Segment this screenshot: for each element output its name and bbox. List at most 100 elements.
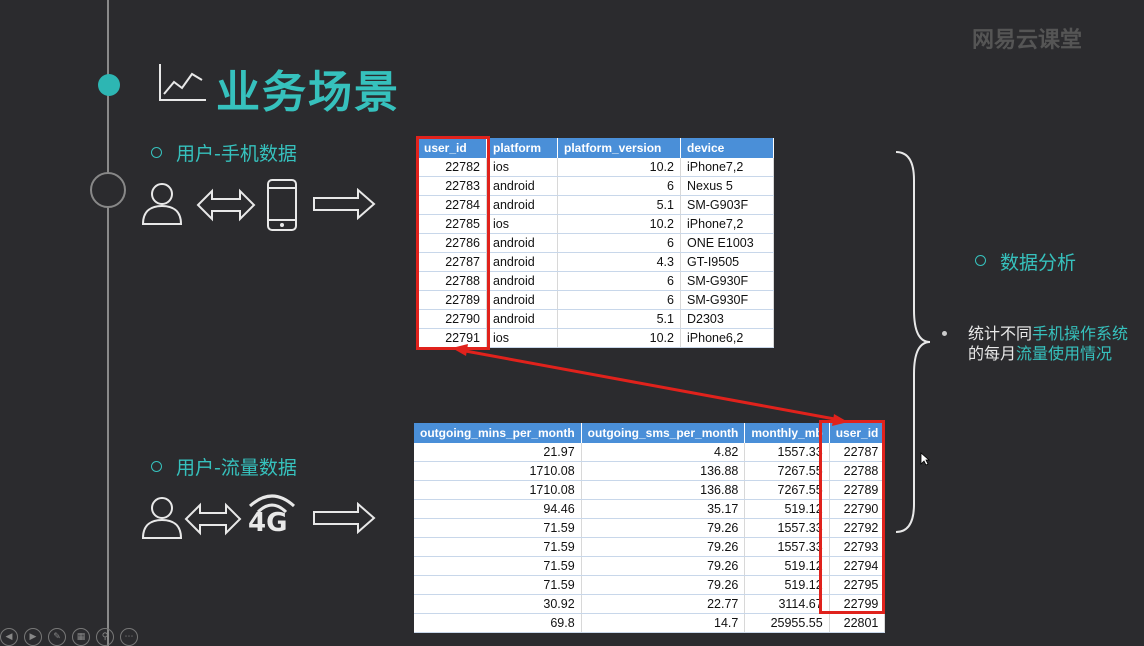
table-cell: 25955.55 xyxy=(744,613,830,633)
user-id-highlight-box xyxy=(416,136,490,350)
mouse-cursor-icon xyxy=(920,452,930,466)
table-cell: 6 xyxy=(557,233,681,253)
table-cell: 1557.33 xyxy=(744,537,830,557)
section-data-analysis: 数据分析 xyxy=(1000,252,1077,274)
user-id-highlight-box xyxy=(819,420,885,614)
table-cell: 1557.33 xyxy=(744,443,830,462)
table-cell: 79.26 xyxy=(581,518,746,538)
table-cell: 35.17 xyxy=(581,499,746,519)
table-cell: 136.88 xyxy=(581,480,746,500)
table-cell: D2303 xyxy=(680,309,774,329)
table-cell: SM-G930F xyxy=(680,290,774,310)
right-brace-icon xyxy=(895,151,931,533)
next-slide-icon[interactable]: ▶ xyxy=(24,628,42,646)
timeline-line xyxy=(107,0,109,646)
table-cell: 10.2 xyxy=(557,158,681,177)
bullet-ring-icon xyxy=(975,255,986,266)
table-cell: 69.8 xyxy=(414,613,582,633)
double-arrow-icon xyxy=(196,188,256,222)
table-cell: 71.59 xyxy=(414,518,582,538)
table-cell: 94.46 xyxy=(414,499,582,519)
smartphone-icon xyxy=(267,179,297,231)
table-cell: 30.92 xyxy=(414,594,582,614)
table-cell: GT-I9505 xyxy=(680,252,774,272)
table-cell: SM-G903F xyxy=(680,195,774,215)
table-cell: 4.3 xyxy=(557,252,681,272)
table-row: 71.59 79.26 1557.33 22793 xyxy=(414,537,886,557)
table-cell: 1557.33 xyxy=(744,518,830,538)
table-cell: 14.7 xyxy=(581,613,746,633)
table-row: 71.59 79.26 519.12 22795 xyxy=(414,575,886,595)
user-icon xyxy=(141,183,183,225)
table-cell: 1710.08 xyxy=(414,480,582,500)
right-arrow-icon xyxy=(313,502,376,534)
section-phone-data: 用户-手机数据 xyxy=(176,143,297,165)
user-icon xyxy=(141,497,183,539)
slides-grid-icon[interactable]: ▦ xyxy=(72,628,90,646)
table-cell: android xyxy=(486,309,558,329)
page-title: 业务场景 xyxy=(216,67,400,118)
table-cell: 6 xyxy=(557,290,681,310)
table-cell: 79.26 xyxy=(581,556,746,576)
right-arrow-icon xyxy=(313,188,376,220)
table-row: 69.8 14.7 25955.55 22801 xyxy=(414,613,886,633)
table-cell: android xyxy=(486,233,558,253)
table-cell: android xyxy=(486,290,558,310)
table-cell: ios xyxy=(486,158,558,177)
more-options-icon[interactable]: ⋯ xyxy=(120,628,138,646)
table-cell: 7267.55 xyxy=(744,480,830,500)
table-cell: 22.77 xyxy=(581,594,746,614)
table-header-cell: platform xyxy=(486,138,558,158)
table-cell: 4.82 xyxy=(581,443,746,462)
table-cell: ios xyxy=(486,214,558,234)
table-cell: iPhone7,2 xyxy=(680,158,774,177)
table-header-cell: device xyxy=(680,138,774,158)
table-cell: android xyxy=(486,195,558,215)
table-cell: android xyxy=(486,252,558,272)
table-cell: 7267.55 xyxy=(744,461,830,481)
table-cell: 79.26 xyxy=(581,537,746,557)
table-row: 30.92 22.77 3114.67 22799 xyxy=(414,594,886,614)
previous-slide-icon[interactable]: ◀ xyxy=(0,628,18,646)
table-cell: 519.12 xyxy=(744,556,830,576)
network-4g-label: 4G xyxy=(248,508,288,538)
bullet-ring-icon xyxy=(151,147,162,158)
table-cell: 519.12 xyxy=(744,575,830,595)
table-cell: 519.12 xyxy=(744,499,830,519)
bullet-ring-icon xyxy=(151,461,162,472)
user-traffic-table: outgoing_mins_per_month outgoing_sms_per… xyxy=(414,423,886,633)
pen-icon[interactable]: ✎ xyxy=(48,628,66,646)
table-cell: 22801 xyxy=(829,613,886,633)
table-row: 94.46 35.17 519.12 22790 xyxy=(414,499,886,519)
table-cell: 3114.67 xyxy=(744,594,830,614)
table-cell: Nexus 5 xyxy=(680,176,774,196)
table-cell: android xyxy=(486,176,558,196)
analysis-description: 统计不同手机操作系统 的每月流量使用情况 xyxy=(968,324,1129,363)
table-cell: 21.97 xyxy=(414,443,582,462)
bullet-dot-icon xyxy=(942,331,947,336)
section-traffic-data: 用户-流量数据 xyxy=(176,457,297,479)
table-cell: 79.26 xyxy=(581,575,746,595)
table-row: 71.59 79.26 519.12 22794 xyxy=(414,556,886,576)
line-chart-icon xyxy=(159,64,206,101)
join-arrow-icon xyxy=(452,344,848,426)
table-cell: android xyxy=(486,271,558,291)
slideshow-toolbar: ◀ ▶ ✎ ▦ ⚲ ⋯ xyxy=(0,628,144,646)
table-header-cell: platform_version xyxy=(557,138,681,158)
zoom-icon[interactable]: ⚲ xyxy=(96,628,114,646)
table-cell: 71.59 xyxy=(414,575,582,595)
double-arrow-icon xyxy=(184,502,242,536)
table-row: 21.97 4.82 1557.33 22787 xyxy=(414,443,886,462)
table-cell: ONE E1003 xyxy=(680,233,774,253)
table-cell: 6 xyxy=(557,176,681,196)
table-cell: 10.2 xyxy=(557,214,681,234)
table-row: 1710.08 136.88 7267.55 22789 xyxy=(414,480,886,500)
table-row: 1710.08 136.88 7267.55 22788 xyxy=(414,461,886,481)
table-cell: iPhone7,2 xyxy=(680,214,774,234)
table-cell: 136.88 xyxy=(581,461,746,481)
timeline-active-dot xyxy=(98,74,120,96)
table-row: 71.59 79.26 1557.33 22792 xyxy=(414,518,886,538)
table-cell: 71.59 xyxy=(414,537,582,557)
table-cell: SM-G930F xyxy=(680,271,774,291)
timeline-ring-dot xyxy=(90,172,126,208)
